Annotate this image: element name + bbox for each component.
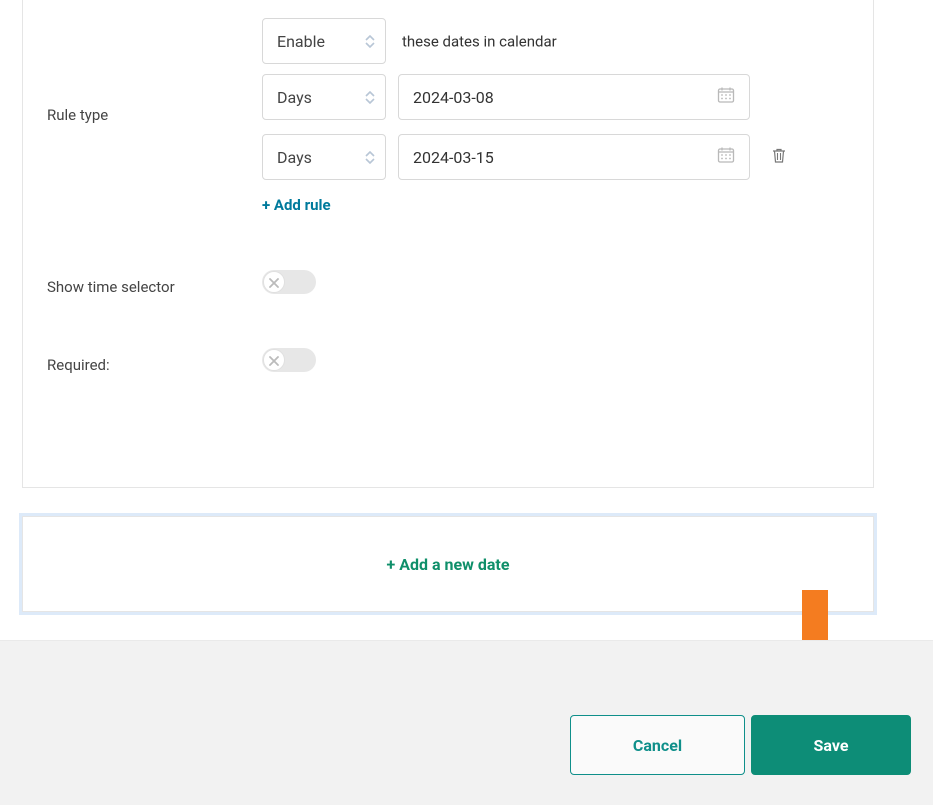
cancel-label: Cancel (633, 736, 682, 755)
show-time-label: Show time selector (47, 270, 262, 296)
toggle-knob (263, 271, 285, 293)
rule-type-label: Rule type (47, 74, 262, 124)
add-rule-button[interactable]: + Add rule (262, 196, 331, 214)
add-new-date-button[interactable]: + Add a new date (22, 516, 874, 612)
date-input[interactable]: 2024-03-15 (398, 134, 750, 180)
date-input[interactable]: 2024-03-08 (398, 74, 750, 120)
footer-bar: Cancel Save (0, 640, 933, 805)
date-value: 2024-03-15 (413, 148, 494, 167)
settings-panel: Enable these dates in calendar Rule type… (22, 0, 874, 488)
rule-mode-row: Enable these dates in calendar (47, 18, 849, 64)
cancel-button[interactable]: Cancel (570, 715, 745, 775)
required-label: Required: (47, 348, 262, 374)
rule-mode-suffix: these dates in calendar (402, 33, 557, 51)
rule-mode-select[interactable]: Enable (262, 18, 386, 64)
rule-row: Days 2024-03-08 (262, 74, 849, 120)
rule-unit-select[interactable]: Days (262, 134, 386, 180)
required-row: Required: (47, 348, 849, 376)
x-icon (269, 273, 279, 292)
required-toggle[interactable] (262, 348, 316, 372)
rule-unit-value: Days (277, 88, 312, 107)
calendar-icon (717, 86, 735, 108)
delete-rule-button[interactable] (768, 144, 790, 171)
show-time-toggle[interactable] (262, 270, 316, 294)
rule-mode-value: Enable (277, 32, 325, 51)
rule-unit-select[interactable]: Days (262, 74, 386, 120)
chevron-up-down-icon (365, 91, 375, 104)
chevron-up-down-icon (365, 35, 375, 48)
save-button[interactable]: Save (751, 715, 911, 775)
trash-icon (772, 152, 786, 167)
rule-unit-value: Days (277, 148, 312, 167)
date-value: 2024-03-08 (413, 88, 494, 107)
add-new-date-label: + Add a new date (387, 555, 510, 574)
calendar-icon (717, 146, 735, 168)
rule-row: Days 2024-03-15 (262, 134, 849, 180)
rule-type-row: Rule type Days 2024-03-08 (47, 74, 849, 214)
x-icon (269, 351, 279, 370)
chevron-up-down-icon (365, 151, 375, 164)
empty-label (47, 18, 262, 26)
save-label: Save (814, 736, 849, 755)
toggle-knob (263, 349, 285, 371)
show-time-row: Show time selector (47, 270, 849, 298)
